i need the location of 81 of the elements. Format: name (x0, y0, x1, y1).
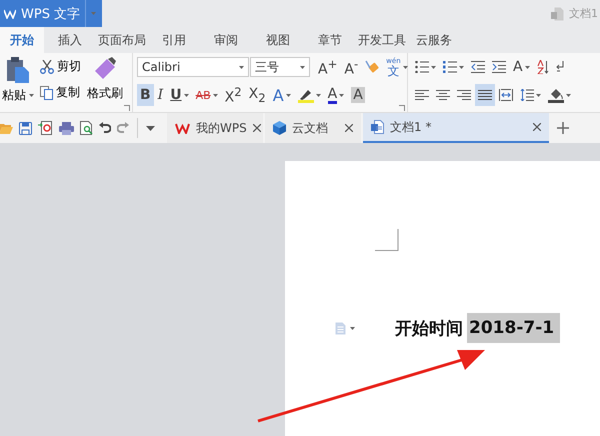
ribbon-tab[interactable]: 插入 (44, 27, 96, 53)
copy-icon (40, 86, 53, 100)
char-shading-button[interactable]: A (348, 84, 368, 106)
folder-icon (0, 122, 13, 134)
clipboard-icon (7, 57, 29, 83)
copy-button[interactable]: 复制 (38, 81, 83, 104)
font-size-field[interactable]: 三号 (250, 57, 310, 77)
export-pdf-icon (38, 121, 53, 135)
save-icon (19, 122, 32, 134)
dialog-launcher-icon[interactable] (399, 105, 405, 111)
subscript-button[interactable]: X$_{2}$ (246, 84, 269, 106)
cube-icon (273, 121, 286, 135)
justify-button[interactable] (475, 84, 495, 106)
bullet-list-icon (415, 61, 429, 73)
export-pdf-button[interactable] (36, 118, 55, 138)
dialog-launcher-icon[interactable] (124, 105, 130, 111)
window-title: 文档1 (569, 6, 598, 21)
ribbon-tab[interactable]: 视图 (252, 27, 304, 53)
caret-icon (300, 66, 305, 68)
document-tab[interactable]: 我的WPS (167, 113, 263, 143)
paste-button[interactable]: 粘贴 (0, 55, 36, 110)
align-right-icon (457, 90, 471, 100)
ribbon-tab[interactable]: 章节 (304, 27, 356, 53)
close-icon[interactable] (533, 123, 541, 131)
print-preview-icon (80, 121, 93, 135)
italic-button[interactable]: I (154, 84, 166, 106)
undo-icon (99, 122, 111, 134)
caret-icon (29, 94, 34, 97)
superscript-button[interactable]: X$^{2}$ (222, 84, 245, 106)
highlighter-icon (298, 88, 314, 102)
document-icon (371, 120, 384, 134)
sort-icon (536, 60, 549, 74)
align-center-icon (436, 90, 450, 100)
redo-icon (117, 122, 129, 134)
document-text: 开始时间 (395, 318, 463, 340)
font-color-button[interactable]: A (324, 84, 348, 106)
increase-indent-icon (492, 61, 506, 73)
printer-icon (59, 122, 74, 134)
text-size-button[interactable]: A (510, 56, 533, 78)
distribute-icon (499, 89, 513, 101)
justify-icon (478, 90, 492, 100)
dropdown-icon (146, 126, 155, 130)
decrease-indent-icon (471, 61, 485, 73)
numbered-list-icon (443, 61, 457, 73)
ribbon-tab[interactable]: 开发工具 (356, 27, 408, 53)
document-icon (551, 6, 564, 20)
margin-corner-mark (375, 229, 399, 251)
line-spacing-icon (520, 89, 534, 101)
scissors-icon (40, 60, 54, 74)
shrink-font-button[interactable]: A$^{-}$ (341, 56, 362, 78)
ribbon-tab[interactable]: 审阅 (200, 27, 252, 53)
format-painter-button[interactable]: 格式刷 (85, 55, 125, 110)
caret-icon (350, 326, 355, 330)
app-menu-button[interactable]: WPS 文字 (0, 0, 102, 27)
ribbon-tab[interactable]: 引用 (148, 27, 200, 53)
paintbrush-icon (93, 57, 117, 81)
caret-icon (91, 12, 96, 15)
strikethrough-button[interactable]: AB (192, 84, 221, 106)
document-tab[interactable]: 文档1 * (363, 113, 549, 143)
grow-font-button[interactable]: A$^{+}$ (315, 56, 340, 78)
eraser-icon (365, 60, 380, 74)
cut-button[interactable]: 剪切 (38, 55, 83, 78)
print-preview-button[interactable] (78, 118, 95, 138)
selected-date-text: 2018-7-1 (467, 313, 560, 343)
paint-bucket-icon (548, 88, 564, 102)
close-icon[interactable] (252, 124, 261, 132)
bold-button[interactable]: B (137, 84, 154, 106)
wps-logo-icon (175, 122, 190, 134)
document-tab[interactable]: 云文档 (265, 113, 361, 143)
underline-button[interactable]: U (167, 84, 192, 106)
wps-logo-icon (4, 8, 16, 18)
align-left-icon (415, 90, 429, 100)
plus-icon (557, 122, 569, 134)
ribbon-tab[interactable]: 页面布局 (96, 27, 148, 53)
text-effect-button[interactable]: A (270, 84, 294, 106)
paragraph-mark-icon (556, 61, 564, 73)
ribbon-tab[interactable]: 云服务 (408, 27, 460, 53)
ribbon-tab[interactable]: 开始 (0, 27, 44, 53)
close-icon[interactable] (345, 124, 353, 132)
font-name-field[interactable]: Calibri (137, 57, 249, 77)
caret-icon (239, 66, 244, 68)
